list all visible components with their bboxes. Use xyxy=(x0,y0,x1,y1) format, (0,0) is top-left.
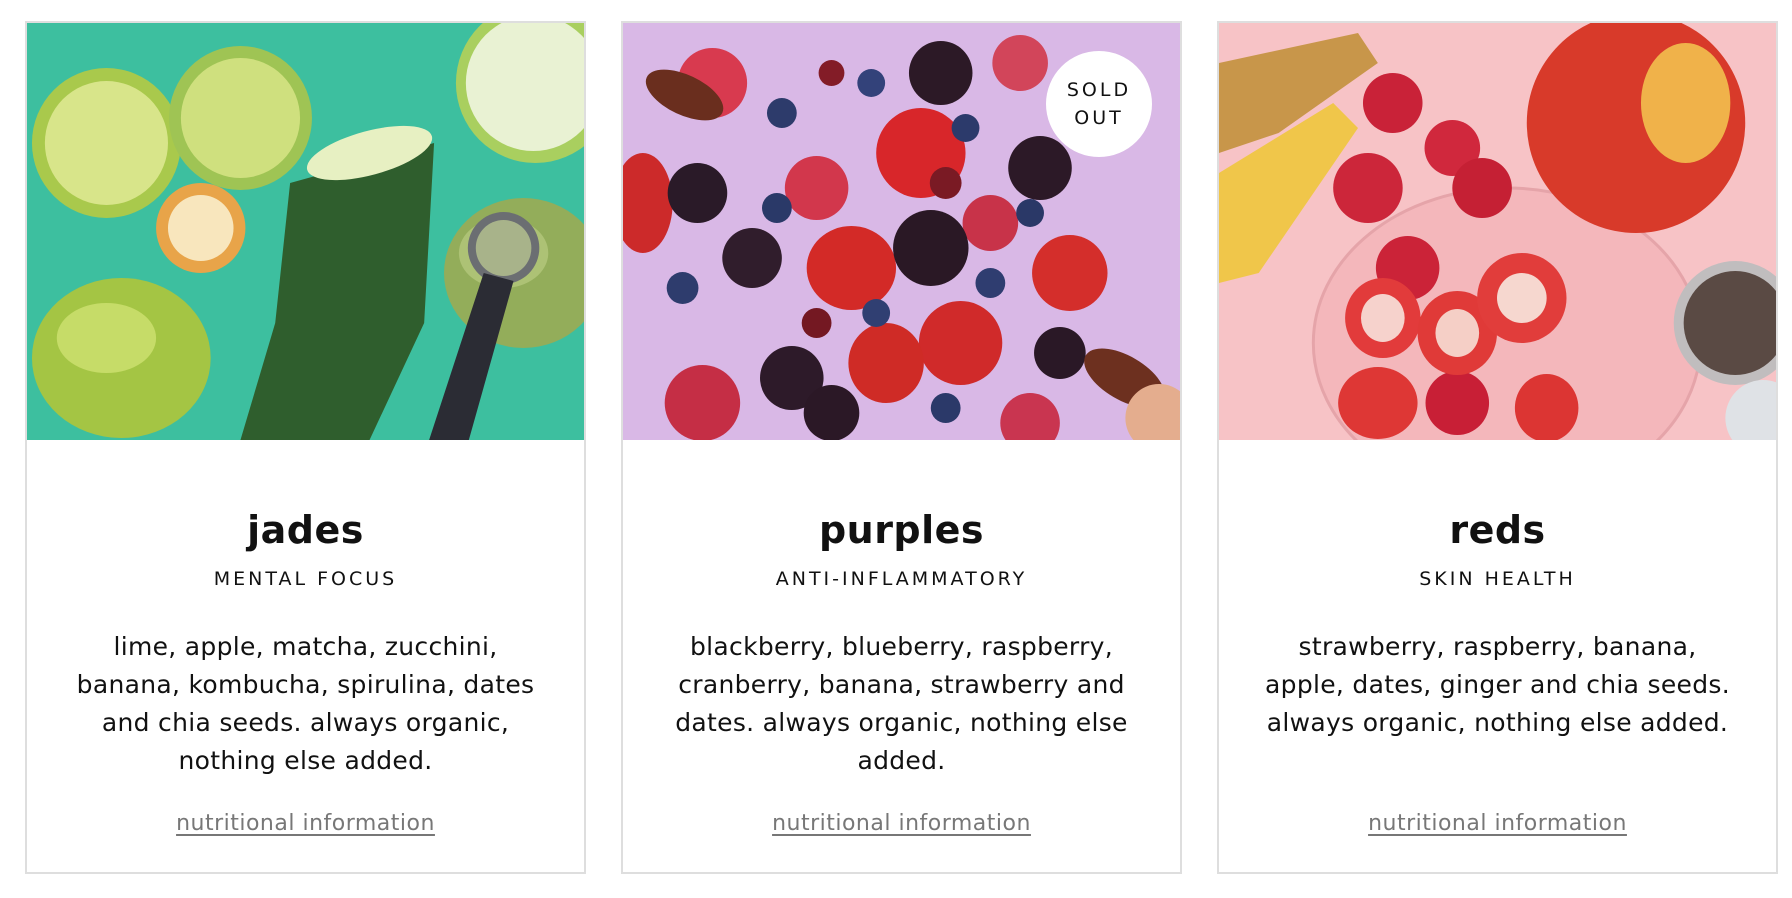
reds-photo xyxy=(1219,23,1776,440)
product-image-jades[interactable] xyxy=(27,23,584,440)
product-image-purples[interactable]: SOLD OUT xyxy=(623,23,1180,440)
product-benefit: ANTI-INFLAMMATORY xyxy=(775,568,1028,590)
product-title: reds xyxy=(1449,508,1546,552)
product-info-jades: jades MENTAL FOCUS lime, apple, matcha, … xyxy=(27,440,584,836)
jades-photo xyxy=(27,23,584,440)
sold-out-badge: SOLD OUT xyxy=(1046,51,1152,157)
product-image-reds[interactable] xyxy=(1219,23,1776,440)
product-benefit: SKIN HEALTH xyxy=(1419,568,1576,590)
product-info-reds: reds SKIN HEALTH strawberry, raspberry, … xyxy=(1219,440,1776,836)
product-title: purples xyxy=(818,508,985,552)
product-card-purples[interactable]: SOLD OUT purples ANTI-INFLAMMATORY black… xyxy=(621,21,1182,874)
product-ingredients: lime, apple, matcha, zucchini, banana, k… xyxy=(76,632,535,775)
nutritional-information-link[interactable]: nutritional information xyxy=(1368,811,1627,836)
product-title: jades xyxy=(247,508,364,552)
product-info-purples: purples ANTI-INFLAMMATORY blackberry, bl… xyxy=(623,440,1180,836)
product-ingredients: blackberry, blueberry, raspberry, cranbe… xyxy=(675,632,1128,775)
product-card-jades[interactable]: jades MENTAL FOCUS lime, apple, matcha, … xyxy=(25,21,586,874)
product-grid: jades MENTAL FOCUS lime, apple, matcha, … xyxy=(25,21,1778,874)
nutritional-information-link[interactable]: nutritional information xyxy=(176,811,435,836)
product-benefit: MENTAL FOCUS xyxy=(213,568,398,590)
nutritional-information-link[interactable]: nutritional information xyxy=(772,811,1031,836)
product-card-reds[interactable]: reds SKIN HEALTH strawberry, raspberry, … xyxy=(1217,21,1778,874)
product-ingredients: strawberry, raspberry, banana, apple, da… xyxy=(1265,632,1730,737)
